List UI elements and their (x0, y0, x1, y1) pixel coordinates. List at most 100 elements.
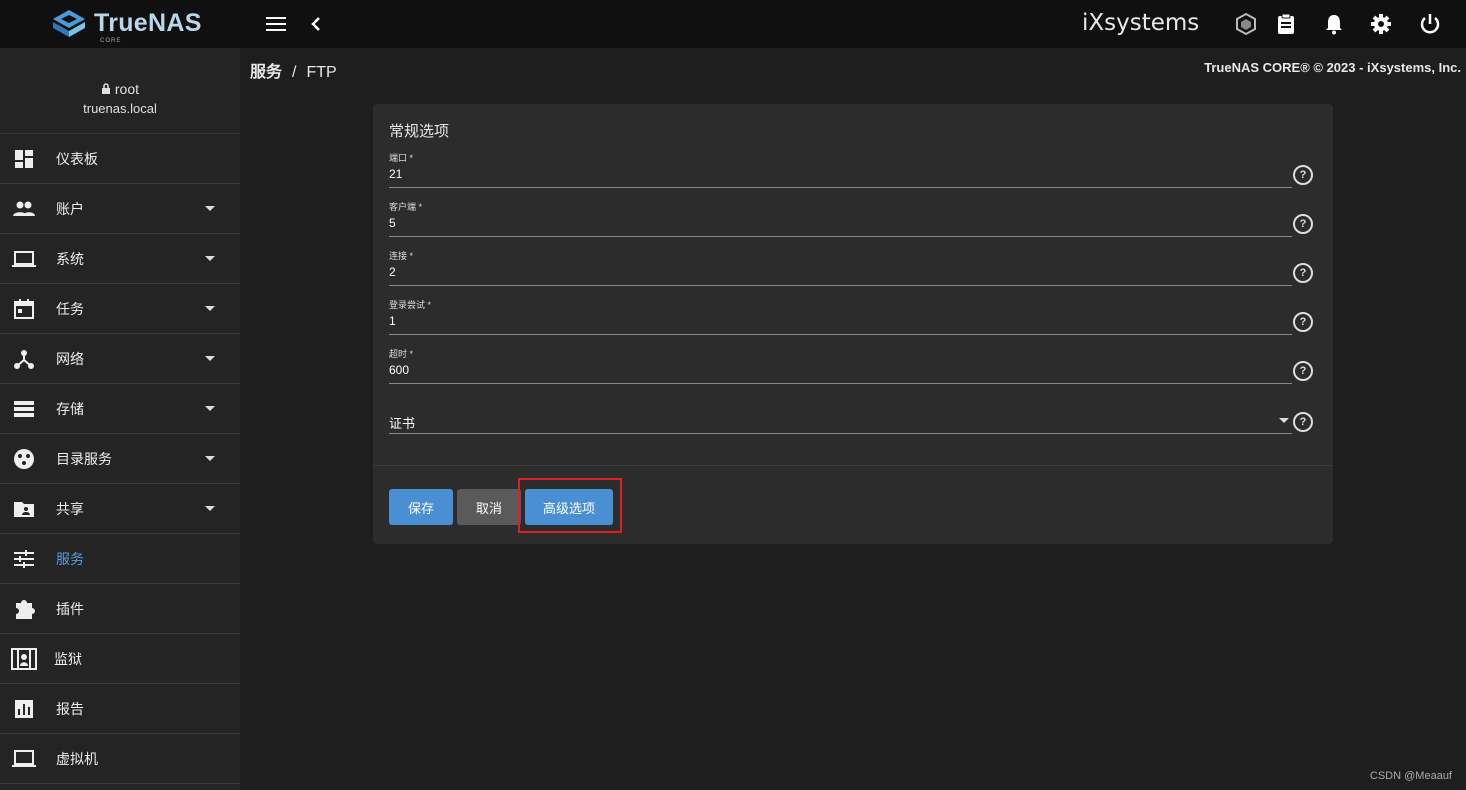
sidebar-item-reporting[interactable]: 报告 (0, 684, 240, 734)
clients-field[interactable]: 客户端 * 5 (389, 200, 1292, 237)
login-attempts-field[interactable]: 登录尝试 * 1 (389, 298, 1292, 335)
sidebar-item-label: 账户 (56, 200, 84, 217)
copyright-text: TrueNAS CORE® © 2023 - iXsystems, Inc. (1204, 60, 1461, 75)
sidebar-item-label: 共享 (56, 500, 84, 517)
timeout-label: 超时 * (389, 349, 414, 359)
breadcrumb-separator: / (292, 64, 297, 81)
clients-input[interactable]: 5 (389, 216, 396, 230)
login-attempts-input[interactable]: 1 (389, 314, 396, 328)
user-info: root truenas.local (0, 48, 240, 134)
tasks-button[interactable] (1274, 12, 1298, 36)
chevron-down-icon (205, 406, 215, 411)
directory-icon (14, 449, 34, 469)
chevron-down-icon (205, 506, 215, 511)
sidebar-item-sharing[interactable]: 共享 (0, 484, 240, 534)
sidebar-item-label: 网络 (56, 350, 84, 367)
monitor-icon (12, 750, 36, 767)
jail-icon (11, 648, 37, 670)
help-icon[interactable]: ? (1293, 263, 1313, 283)
power-icon (1420, 14, 1440, 34)
sidebar-item-tasks[interactable]: 任务 (0, 284, 240, 334)
laptop-icon (12, 251, 36, 267)
truecommand-button[interactable] (1234, 12, 1258, 36)
connections-field[interactable]: 连接 * 2 (389, 249, 1292, 286)
highlight-annotation (518, 478, 622, 533)
port-field[interactable]: 端口 * 21 (389, 151, 1292, 188)
port-input[interactable]: 21 (389, 167, 402, 181)
timeout-input[interactable]: 600 (389, 363, 409, 377)
sidebar-item-label: 存储 (56, 400, 84, 417)
sidebar-item-directory-services[interactable]: 目录服务 (0, 434, 240, 484)
sidebar-item-services[interactable]: 服务 (0, 534, 240, 584)
settings-button[interactable] (1369, 12, 1393, 36)
save-button[interactable]: 保存 (389, 489, 453, 525)
connections-label: 连接 * (389, 251, 414, 261)
divider (373, 465, 1333, 466)
storage-icon (14, 401, 34, 417)
network-icon (14, 350, 34, 369)
connections-input[interactable]: 2 (389, 265, 396, 279)
truecommand-icon (1236, 13, 1256, 35)
hostname: truenas.local (83, 101, 157, 116)
clients-label: 客户端 * (389, 202, 423, 212)
sidebar-item-label: 监狱 (54, 650, 82, 667)
truenas-logo-icon (53, 10, 85, 37)
sidebar: root truenas.local 仪表板 账户 系统 任务 网络 存储 目录… (0, 48, 240, 790)
brand-edition: CORE (100, 38, 122, 44)
help-icon[interactable]: ? (1293, 412, 1313, 432)
sidebar-item-virtual-machines[interactable]: 虚拟机 (0, 734, 240, 784)
timeout-field[interactable]: 超时 * 600 (389, 347, 1292, 384)
ixsystems-brand: iXsystems (1082, 10, 1200, 36)
collapse-button[interactable] (304, 12, 328, 36)
sidebar-item-network[interactable]: 网络 (0, 334, 240, 384)
ixsystems-logo[interactable]: iXsystems (1082, 10, 1199, 36)
section-title: 常规选项 (389, 123, 450, 140)
cancel-button[interactable]: 取消 (457, 489, 521, 525)
help-icon[interactable]: ? (1293, 214, 1313, 234)
port-label: 端口 * (389, 153, 414, 163)
sidebar-item-storage[interactable]: 存储 (0, 384, 240, 434)
sidebar-item-dashboard[interactable]: 仪表板 (0, 134, 240, 184)
chevron-down-icon (205, 256, 215, 261)
help-icon[interactable]: ? (1293, 165, 1313, 185)
sidebar-item-label: 目录服务 (56, 450, 112, 467)
sidebar-item-accounts[interactable]: 账户 (0, 184, 240, 234)
breadcrumb: 服务 / FTP (250, 58, 337, 82)
menu-toggle-button[interactable] (264, 12, 288, 36)
truenas-logo[interactable]: TrueNAS CORE (50, 8, 202, 44)
share-folder-icon (14, 502, 34, 517)
chevron-down-icon (1279, 418, 1289, 423)
sidebar-item-label: 服务 (56, 550, 84, 567)
puzzle-icon (16, 600, 35, 619)
sidebar-item-plugins[interactable]: 插件 (0, 584, 240, 634)
sidebar-item-label: 仪表板 (56, 150, 98, 167)
chart-icon (15, 700, 33, 718)
login-attempts-label: 登录尝试 * (389, 300, 432, 310)
username: root (114, 81, 139, 97)
notifications-button[interactable] (1322, 12, 1346, 36)
calendar-icon (14, 299, 34, 319)
chevron-down-icon (205, 456, 215, 461)
power-button[interactable] (1418, 12, 1442, 36)
watermark: CSDN @Meaauf (1369, 770, 1452, 782)
tune-icon (14, 550, 34, 568)
certificate-label: 证书 (389, 416, 416, 431)
help-icon[interactable]: ? (1293, 312, 1313, 332)
dashboard-icon (15, 150, 33, 168)
top-bar: TrueNAS CORE iXsystems (0, 0, 1466, 48)
sidebar-item-label: 虚拟机 (56, 750, 98, 767)
sidebar-item-label: 插件 (56, 600, 84, 617)
chevron-down-icon (205, 306, 215, 311)
ftp-settings-card: 常规选项 端口 * 21 ? 客户端 * 5 ? 连接 * 2 ? 登录尝试 *… (373, 104, 1333, 544)
brand-name: TrueNAS (94, 9, 202, 37)
breadcrumb-services-link[interactable]: 服务 (250, 64, 282, 81)
certificate-select[interactable]: 证书 (389, 397, 1292, 434)
breadcrumb-current: FTP (306, 64, 337, 81)
help-icon[interactable]: ? (1293, 361, 1313, 381)
bell-icon (1326, 15, 1342, 35)
sidebar-item-system[interactable]: 系统 (0, 234, 240, 284)
sidebar-item-jails[interactable]: 监狱 (0, 634, 240, 684)
sidebar-item-label: 报告 (56, 700, 84, 717)
lock-icon (101, 83, 110, 94)
chevron-left-icon (311, 17, 320, 31)
